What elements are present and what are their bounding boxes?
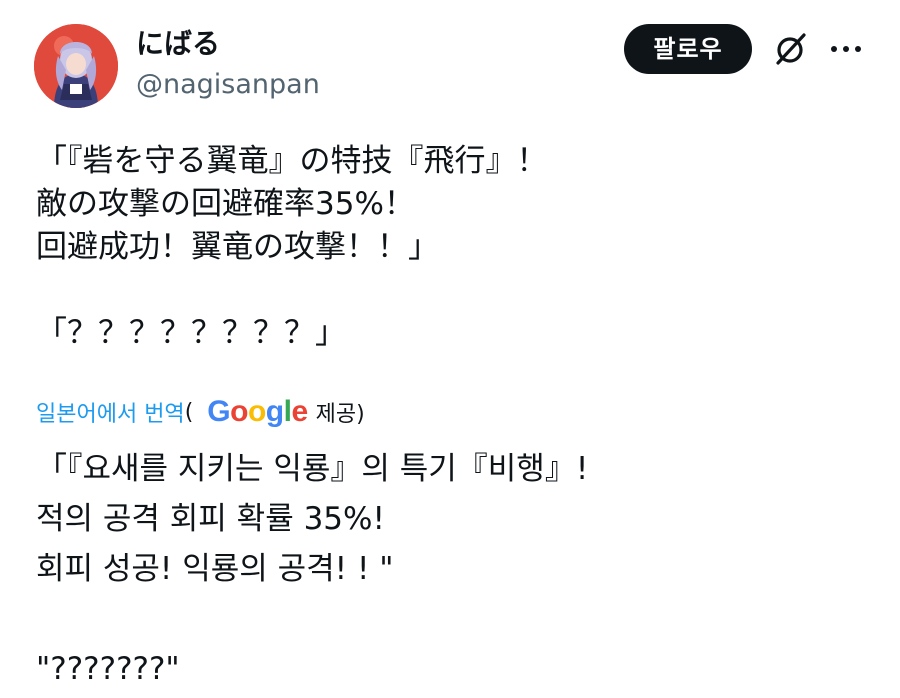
provided-label: 제공) <box>315 402 365 427</box>
grok-icon[interactable] <box>772 30 810 68</box>
google-logo: Google <box>207 395 308 428</box>
translated-from-link[interactable]: 일본어에서 번역 <box>36 396 185 428</box>
translated-line: 회피 성공! 익룡의 공격! ! " <box>36 551 394 587</box>
user-handle[interactable]: @nagisanpan <box>136 68 320 102</box>
avatar[interactable] <box>34 24 118 108</box>
tweet-line: 「？？？？？？？？」 <box>36 315 346 351</box>
tweet-line: 回避成功！翼竜の攻撃！！」 <box>36 229 439 265</box>
more-options-icon[interactable] <box>826 30 866 68</box>
tweet-text: 「『砦を守る翼竜』の特技『飛行』！ 敵の攻撃の回避確率35%！ 回避成功！翼竜の… <box>36 140 876 355</box>
translated-text: 「『요새를 지키는 익룡』의 특기『비행』! 적의 공격 회피 확률 35%! … <box>36 444 876 694</box>
translated-line: 「『요새를 지키는 익룡』의 특기『비행』! <box>36 451 589 487</box>
tweet-line: 「『砦を守る翼竜』の特技『飛行』！ <box>36 143 548 179</box>
open-paren: ( <box>184 399 194 425</box>
display-name[interactable]: にばる <box>136 26 220 62</box>
translated-blank-line <box>36 594 876 644</box>
follow-button[interactable]: 팔로우 <box>624 24 752 74</box>
tweet-line: 敵の攻撃の回避確率35%！ <box>36 186 415 222</box>
translation-attribution: 일본어에서 번역 ( Google 제공) <box>36 392 365 432</box>
translated-line: 적의 공격 회피 확률 35%! <box>36 501 385 537</box>
translated-line: "???????" <box>36 651 180 687</box>
tweet-header: にばる @nagisanpan 팔로우 <box>0 0 900 120</box>
